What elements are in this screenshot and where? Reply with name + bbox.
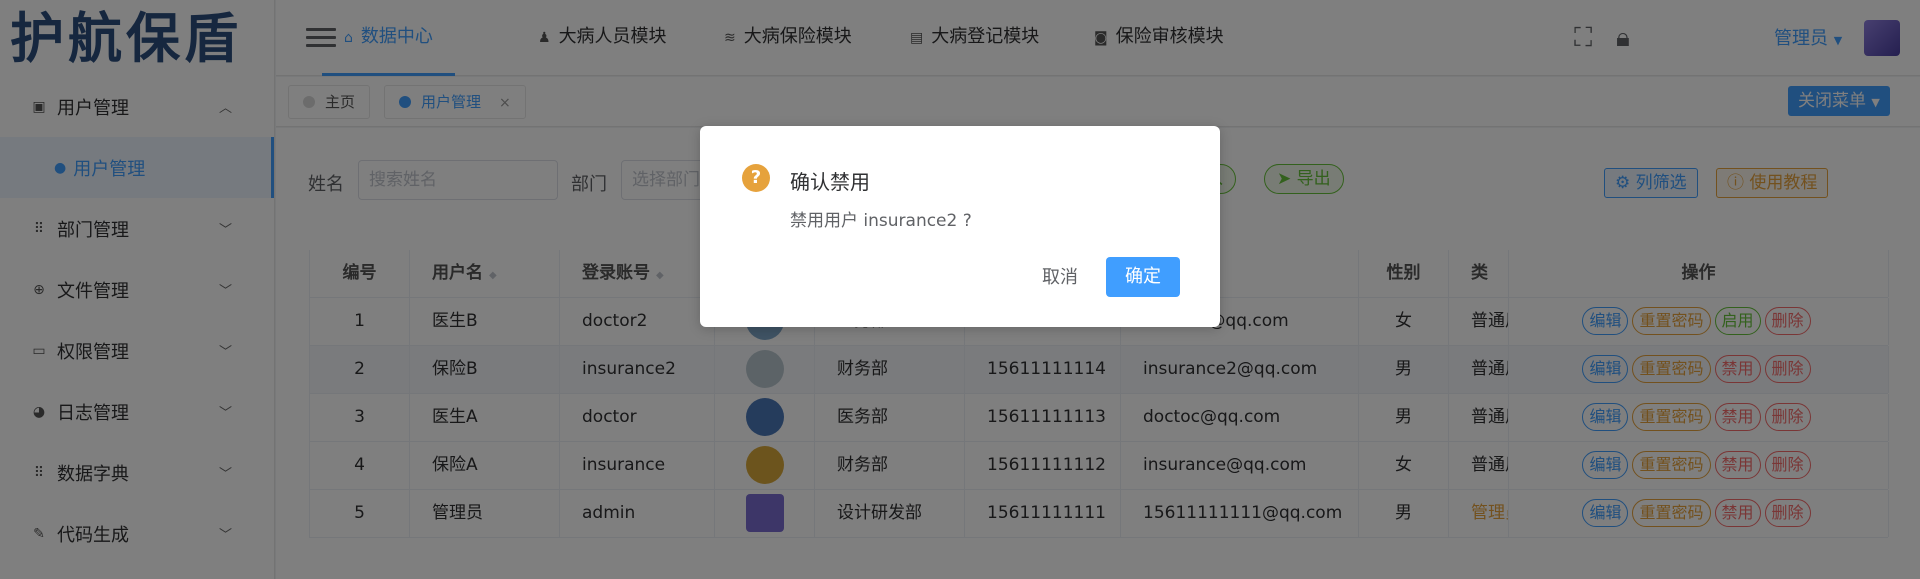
- confirm-button[interactable]: 确定: [1106, 257, 1180, 297]
- warning-icon: ?: [742, 164, 770, 192]
- dialog-title: 确认禁用: [790, 170, 870, 194]
- confirm-dialog: ? 确认禁用 禁用用户 insurance2 ? 取消 确定: [700, 126, 1220, 327]
- dialog-message: 禁用用户 insurance2 ?: [790, 211, 972, 231]
- cancel-button[interactable]: 取消: [1030, 258, 1090, 298]
